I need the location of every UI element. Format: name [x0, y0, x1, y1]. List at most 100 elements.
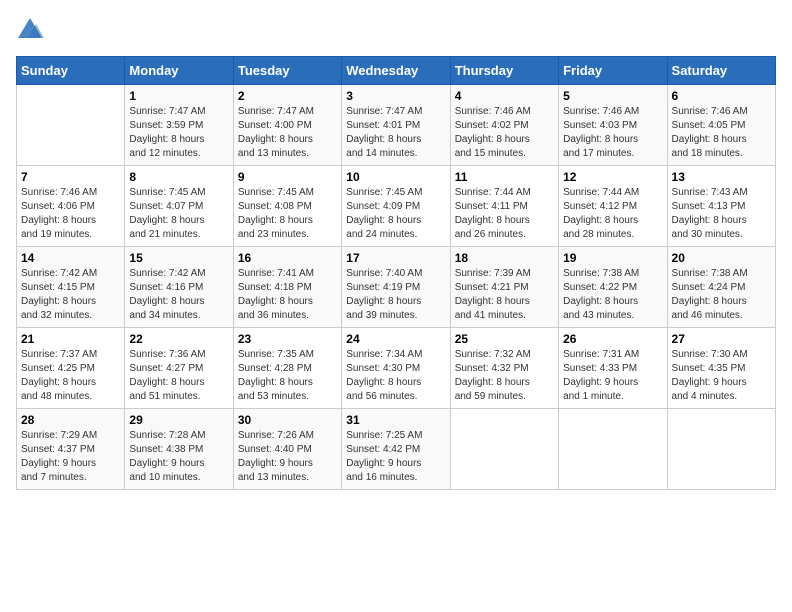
calendar-week-5: 28 Sunrise: 7:29 AM Sunset: 4:37 PM Dayli… [17, 409, 776, 490]
day-info: Sunrise: 7:45 AM Sunset: 4:07 PM Dayligh… [129, 186, 228, 242]
day-number: 20 [672, 251, 771, 265]
page-header [16, 16, 776, 44]
day-number: 29 [129, 413, 228, 427]
day-info: Sunrise: 7:46 AM Sunset: 4:06 PM Dayligh… [21, 186, 120, 242]
weekday-sunday: Sunday [17, 57, 125, 85]
day-info: Sunrise: 7:25 AM Sunset: 4:42 PM Dayligh… [346, 429, 445, 485]
day-number: 24 [346, 332, 445, 346]
day-number: 3 [346, 89, 445, 103]
calendar-table: SundayMondayTuesdayWednesdayThursdayFrid… [16, 56, 776, 490]
day-number: 22 [129, 332, 228, 346]
day-info: Sunrise: 7:32 AM Sunset: 4:32 PM Dayligh… [455, 348, 554, 404]
day-number: 15 [129, 251, 228, 265]
day-info: Sunrise: 7:30 AM Sunset: 4:35 PM Dayligh… [672, 348, 771, 404]
day-info: Sunrise: 7:31 AM Sunset: 4:33 PM Dayligh… [563, 348, 662, 404]
calendar-week-2: 7 Sunrise: 7:46 AM Sunset: 4:06 PM Daylig… [17, 166, 776, 247]
day-info: Sunrise: 7:36 AM Sunset: 4:27 PM Dayligh… [129, 348, 228, 404]
day-info: Sunrise: 7:29 AM Sunset: 4:37 PM Dayligh… [21, 429, 120, 485]
day-info: Sunrise: 7:26 AM Sunset: 4:40 PM Dayligh… [238, 429, 337, 485]
calendar-cell: 31 Sunrise: 7:25 AM Sunset: 4:42 PM Dayli… [342, 409, 450, 490]
calendar-cell: 24 Sunrise: 7:34 AM Sunset: 4:30 PM Dayli… [342, 328, 450, 409]
day-info: Sunrise: 7:47 AM Sunset: 4:01 PM Dayligh… [346, 105, 445, 161]
calendar-week-3: 14Sunrise: 7:42 AM Sunset: 4:15 PM Dayli… [17, 247, 776, 328]
day-number: 17 [346, 251, 445, 265]
day-number: 31 [346, 413, 445, 427]
calendar-cell: 5 Sunrise: 7:46 AM Sunset: 4:03 PM Daylig… [559, 85, 667, 166]
calendar-week-1: 1 Sunrise: 7:47 AM Sunset: 3:59 PM Daylig… [17, 85, 776, 166]
day-info: Sunrise: 7:44 AM Sunset: 4:11 PM Dayligh… [455, 186, 554, 242]
day-info: Sunrise: 7:28 AM Sunset: 4:38 PM Dayligh… [129, 429, 228, 485]
day-info: Sunrise: 7:46 AM Sunset: 4:02 PM Dayligh… [455, 105, 554, 161]
calendar-cell: 22 Sunrise: 7:36 AM Sunset: 4:27 PM Dayli… [125, 328, 233, 409]
calendar-cell: 8 Sunrise: 7:45 AM Sunset: 4:07 PM Daylig… [125, 166, 233, 247]
day-number: 21 [21, 332, 120, 346]
calendar-cell: 30 Sunrise: 7:26 AM Sunset: 4:40 PM Dayli… [233, 409, 341, 490]
day-info: Sunrise: 7:46 AM Sunset: 4:03 PM Dayligh… [563, 105, 662, 161]
day-number: 7 [21, 170, 120, 184]
day-info: Sunrise: 7:35 AM Sunset: 4:28 PM Dayligh… [238, 348, 337, 404]
day-info: Sunrise: 7:38 AM Sunset: 4:24 PM Dayligh… [672, 267, 771, 323]
calendar-cell: 13 Sunrise: 7:43 AM Sunset: 4:13 PM Dayli… [667, 166, 775, 247]
day-info: Sunrise: 7:42 AM Sunset: 4:15 PM Dayligh… [21, 267, 120, 323]
calendar-cell: 19 Sunrise: 7:38 AM Sunset: 4:22 PM Dayli… [559, 247, 667, 328]
day-info: Sunrise: 7:40 AM Sunset: 4:19 PM Dayligh… [346, 267, 445, 323]
calendar-cell [667, 409, 775, 490]
day-info: Sunrise: 7:47 AM Sunset: 3:59 PM Dayligh… [129, 105, 228, 161]
day-number: 18 [455, 251, 554, 265]
calendar-cell: 3 Sunrise: 7:47 AM Sunset: 4:01 PM Daylig… [342, 85, 450, 166]
calendar-body: 1 Sunrise: 7:47 AM Sunset: 3:59 PM Daylig… [17, 85, 776, 490]
day-info: Sunrise: 7:39 AM Sunset: 4:21 PM Dayligh… [455, 267, 554, 323]
day-info: Sunrise: 7:38 AM Sunset: 4:22 PM Dayligh… [563, 267, 662, 323]
day-number: 19 [563, 251, 662, 265]
logo-icon [16, 16, 44, 44]
calendar-cell: 2 Sunrise: 7:47 AM Sunset: 4:00 PM Daylig… [233, 85, 341, 166]
calendar-cell: 16Sunrise: 7:41 AM Sunset: 4:18 PM Dayli… [233, 247, 341, 328]
day-number: 10 [346, 170, 445, 184]
calendar-cell: 12 Sunrise: 7:44 AM Sunset: 4:12 PM Dayli… [559, 166, 667, 247]
day-info: Sunrise: 7:47 AM Sunset: 4:00 PM Dayligh… [238, 105, 337, 161]
calendar-cell: 10 Sunrise: 7:45 AM Sunset: 4:09 PM Dayli… [342, 166, 450, 247]
day-number: 28 [21, 413, 120, 427]
day-number: 30 [238, 413, 337, 427]
calendar-cell: 6Sunrise: 7:46 AM Sunset: 4:05 PM Daylig… [667, 85, 775, 166]
calendar-cell: 26Sunrise: 7:31 AM Sunset: 4:33 PM Dayli… [559, 328, 667, 409]
calendar-cell: 9Sunrise: 7:45 AM Sunset: 4:08 PM Daylig… [233, 166, 341, 247]
day-number: 13 [672, 170, 771, 184]
day-number: 11 [455, 170, 554, 184]
calendar-cell: 14Sunrise: 7:42 AM Sunset: 4:15 PM Dayli… [17, 247, 125, 328]
day-number: 4 [455, 89, 554, 103]
day-number: 5 [563, 89, 662, 103]
calendar-cell: 20 Sunrise: 7:38 AM Sunset: 4:24 PM Dayli… [667, 247, 775, 328]
calendar-cell: 21 Sunrise: 7:37 AM Sunset: 4:25 PM Dayli… [17, 328, 125, 409]
calendar-cell: 27 Sunrise: 7:30 AM Sunset: 4:35 PM Dayli… [667, 328, 775, 409]
calendar-cell [559, 409, 667, 490]
day-number: 1 [129, 89, 228, 103]
day-number: 12 [563, 170, 662, 184]
calendar-cell: 28 Sunrise: 7:29 AM Sunset: 4:37 PM Dayli… [17, 409, 125, 490]
calendar-cell: 23Sunrise: 7:35 AM Sunset: 4:28 PM Dayli… [233, 328, 341, 409]
day-info: Sunrise: 7:45 AM Sunset: 4:09 PM Dayligh… [346, 186, 445, 242]
calendar-cell: 7 Sunrise: 7:46 AM Sunset: 4:06 PM Daylig… [17, 166, 125, 247]
day-info: Sunrise: 7:45 AM Sunset: 4:08 PM Dayligh… [238, 186, 337, 242]
weekday-thursday: Thursday [450, 57, 558, 85]
day-number: 25 [455, 332, 554, 346]
day-number: 2 [238, 89, 337, 103]
calendar-cell: 25 Sunrise: 7:32 AM Sunset: 4:32 PM Dayli… [450, 328, 558, 409]
day-info: Sunrise: 7:37 AM Sunset: 4:25 PM Dayligh… [21, 348, 120, 404]
calendar-cell [450, 409, 558, 490]
day-number: 6 [672, 89, 771, 103]
day-number: 27 [672, 332, 771, 346]
weekday-monday: Monday [125, 57, 233, 85]
weekday-saturday: Saturday [667, 57, 775, 85]
day-info: Sunrise: 7:43 AM Sunset: 4:13 PM Dayligh… [672, 186, 771, 242]
day-info: Sunrise: 7:44 AM Sunset: 4:12 PM Dayligh… [563, 186, 662, 242]
day-info: Sunrise: 7:34 AM Sunset: 4:30 PM Dayligh… [346, 348, 445, 404]
calendar-cell: 17 Sunrise: 7:40 AM Sunset: 4:19 PM Dayli… [342, 247, 450, 328]
weekday-friday: Friday [559, 57, 667, 85]
logo [16, 16, 48, 44]
weekday-header-row: SundayMondayTuesdayWednesdayThursdayFrid… [17, 57, 776, 85]
calendar-cell: 11 Sunrise: 7:44 AM Sunset: 4:11 PM Dayli… [450, 166, 558, 247]
day-number: 8 [129, 170, 228, 184]
weekday-wednesday: Wednesday [342, 57, 450, 85]
calendar-cell: 18 Sunrise: 7:39 AM Sunset: 4:21 PM Dayli… [450, 247, 558, 328]
